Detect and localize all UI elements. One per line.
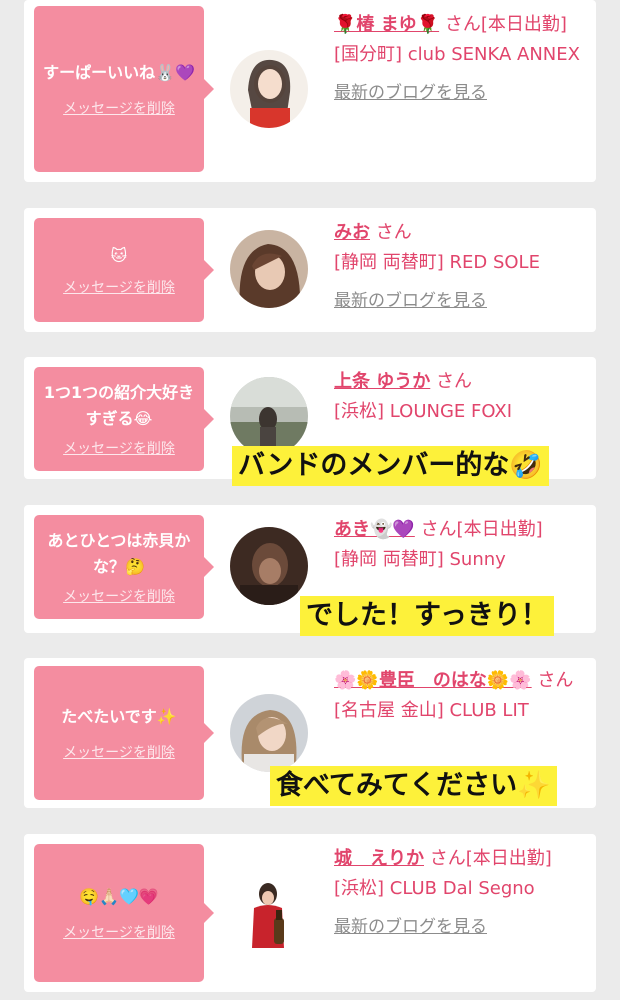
cast-honorific: さん xyxy=(375,222,412,243)
avatar-photo xyxy=(230,230,308,308)
cast-name-link[interactable]: 🌹椿 まゆ🌹 xyxy=(334,14,439,35)
message-text: あとひとつは赤貝かな？🤔 xyxy=(47,531,191,576)
cast-honorific: さん xyxy=(436,371,473,392)
cast-info: 🌹椿 まゆ🌹 さん[本日出勤] [国分町] club SENKA ANNEX 最… xyxy=(334,10,586,108)
avatar-photo xyxy=(230,527,308,605)
avatar-photo xyxy=(230,50,308,128)
message-bubble: 🤤🙏🏻🩵💗 メッセージを削除 xyxy=(34,844,214,982)
delete-message-link[interactable]: メッセージを削除 xyxy=(63,922,175,942)
message-text: たべたいです✨ xyxy=(61,707,177,726)
shop-name: [静岡 両替町] Sunny xyxy=(334,549,506,570)
overlay-caption: でした！すっきり！ xyxy=(300,596,554,636)
avatar-photo xyxy=(230,874,308,952)
message-text: 🐱 xyxy=(110,246,128,265)
delete-message-link[interactable]: メッセージを削除 xyxy=(63,586,175,606)
cast-honorific: さん[本日出勤] xyxy=(420,519,543,540)
avatar[interactable] xyxy=(230,874,308,952)
message-card: 🤤🙏🏻🩵💗 メッセージを削除 城 えりか さん[本日出勤] [浜松] CLUB … xyxy=(24,834,596,992)
message-text: 1つ1つの紹介大好きすぎる😂 xyxy=(43,383,195,428)
message-bubble: 1つ1つの紹介大好きすぎる😂 メッセージを削除 xyxy=(34,367,214,471)
cast-name-link[interactable]: 🌸🌼豊臣 のはな🌼🌸 xyxy=(334,670,532,691)
cast-name-link[interactable]: 城 えりか xyxy=(334,848,424,869)
latest-blog-link[interactable]: 最新のブログを見る xyxy=(334,912,586,942)
shop-name: [静岡 両替町] RED SOLE xyxy=(334,252,540,273)
avatar[interactable] xyxy=(230,694,308,772)
delete-message-link[interactable]: メッセージを削除 xyxy=(63,98,175,118)
delete-message-link[interactable]: メッセージを削除 xyxy=(63,438,175,458)
avatar[interactable] xyxy=(230,527,308,605)
message-bubble: あとひとつは赤貝かな？🤔 メッセージを削除 xyxy=(34,515,214,619)
shop-name: [名古屋 金山] CLUB LIT xyxy=(334,700,529,721)
latest-blog-link[interactable]: 最新のブログを見る xyxy=(334,78,586,108)
cast-name-link[interactable]: 上条 ゆうか xyxy=(334,371,430,392)
delete-message-link[interactable]: メッセージを削除 xyxy=(63,742,175,762)
cast-name-link[interactable]: あき👻💜 xyxy=(334,519,415,540)
avatar[interactable] xyxy=(230,230,308,308)
message-bubble: すーぱーいいね🐰💜 メッセージを削除 xyxy=(34,6,214,172)
cast-info: 🌸🌼豊臣 のはな🌼🌸 さん [名古屋 金山] CLUB LIT xyxy=(334,666,586,726)
overlay-caption: バンドのメンバー的な🤣 xyxy=(232,446,549,486)
cast-info: 城 えりか さん[本日出勤] [浜松] CLUB Dal Segno 最新のブロ… xyxy=(334,844,586,942)
cast-honorific: さん[本日出勤] xyxy=(429,848,552,869)
cast-info: みお さん [静岡 両替町] RED SOLE 最新のブログを見る xyxy=(334,218,586,316)
message-bubble: たべたいです✨ メッセージを削除 xyxy=(34,666,214,800)
shop-name: [浜松] CLUB Dal Segno xyxy=(334,878,535,899)
delete-message-link[interactable]: メッセージを削除 xyxy=(63,277,175,297)
shop-name: [国分町] club SENKA ANNEX xyxy=(334,44,580,65)
avatar-photo xyxy=(230,377,308,455)
message-card: すーぱーいいね🐰💜 メッセージを削除 🌹椿 まゆ🌹 さん[本日出勤] [国分町]… xyxy=(24,0,596,182)
overlay-caption: 食べてみてください✨ xyxy=(270,766,557,806)
cast-info: あき👻💜 さん[本日出勤] [静岡 両替町] Sunny xyxy=(334,515,586,575)
message-text: すーぱーいいね🐰💜 xyxy=(43,63,195,82)
avatar-photo xyxy=(230,694,308,772)
cast-name-link[interactable]: みお xyxy=(334,222,370,243)
cast-honorific: さん[本日出勤] xyxy=(444,14,567,35)
cast-info: 上条 ゆうか さん [浜松] LOUNGE FOXI xyxy=(334,367,586,427)
message-card: 🐱 メッセージを削除 みお さん [静岡 両替町] RED SOLE 最新のブロ… xyxy=(24,208,596,332)
avatar[interactable] xyxy=(230,50,308,128)
cast-honorific: さん xyxy=(537,670,574,691)
avatar[interactable] xyxy=(230,377,308,455)
shop-name: [浜松] LOUNGE FOXI xyxy=(334,401,513,422)
latest-blog-link[interactable]: 最新のブログを見る xyxy=(334,286,586,316)
message-text: 🤤🙏🏻🩵💗 xyxy=(79,887,159,906)
message-bubble: 🐱 メッセージを削除 xyxy=(34,218,214,322)
